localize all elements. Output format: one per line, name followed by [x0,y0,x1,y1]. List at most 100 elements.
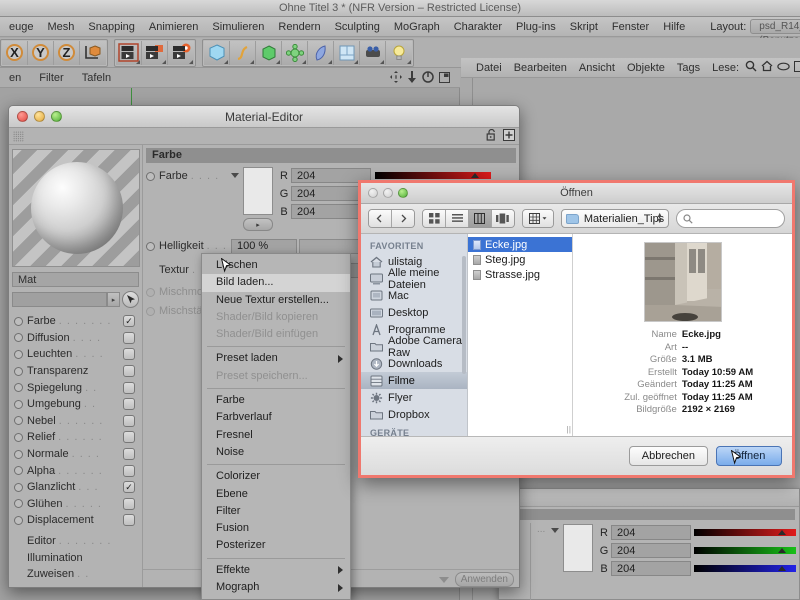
file-list-column[interactable]: Ecke.jpg Steg.jpg Strasse.jpg | | [468,234,573,436]
path-popup-button[interactable]: Materialien_Tips ▲ ▼ [560,209,670,228]
back-r-gradient[interactable] [694,529,796,536]
spline-icon[interactable] [230,40,256,65]
ctx-item-filter[interactable]: Filter [202,503,350,520]
minimize-icon[interactable] [34,111,45,122]
column-view-icon[interactable] [468,210,492,227]
channel-leuchten-checkbox[interactable] [123,348,135,361]
cancel-button[interactable]: Abbrechen [628,446,708,466]
material-name-field[interactable]: Mat [12,272,139,287]
ctx-item-noise[interactable]: Noise [202,444,350,461]
coordinate-system-icon[interactable] [80,40,106,65]
camera-icon[interactable] [360,40,386,65]
maximize-view-icon[interactable] [439,71,450,86]
channel-farbe-checkbox[interactable]: ✓ [123,315,135,328]
cube-primitive-icon[interactable] [204,40,230,65]
search-menu-button[interactable]: ▸ [107,292,120,307]
channel-alpha-checkbox[interactable] [123,464,135,477]
channel-displacement[interactable]: Displacement [14,512,142,529]
ctx-item-farbverlauf[interactable]: Farbverlauf [202,409,350,426]
material-search-input[interactable] [12,292,107,307]
dialog-close-icon[interactable] [368,188,378,198]
channel-nebel-checkbox[interactable] [123,414,135,427]
ctx-item-fresnel[interactable]: Fresnel [202,427,350,444]
ctx-item-preset-laden[interactable]: Preset laden [202,350,350,367]
channel-glanzlicht[interactable]: Glanzlicht. . . ✓ [14,479,142,496]
om-menu-lese[interactable]: Lese: [706,62,745,74]
ctx-item-bild-laden[interactable]: Bild laden... [202,274,350,292]
pick-cursor-icon[interactable] [122,291,139,308]
sidebar-item-flyer[interactable]: Flyer [361,389,467,406]
ctx-item-loeschen[interactable]: Löschen [202,257,350,274]
om-menu-ansicht[interactable]: Ansicht [573,62,621,74]
om-menu-bearbeiten[interactable]: Bearbeiten [508,62,573,74]
sidebar-item-filme[interactable]: Filme [361,372,467,389]
menu-item-mesh[interactable]: Mesh [40,17,81,37]
render-region-icon[interactable] [142,40,168,65]
menu-item-sculpting[interactable]: Sculpting [328,17,387,37]
dialog-minimize-icon[interactable] [383,188,393,198]
channel-umgebung[interactable]: Umgebung. . [14,396,142,413]
ctx-item-effekte[interactable]: Effekte [202,562,350,579]
om-menu-tags[interactable]: Tags [671,62,706,74]
channel-normale-checkbox[interactable] [123,448,135,461]
back-b-input[interactable]: 204 [611,561,691,576]
ctx-item-mograph[interactable]: Mograph [202,579,350,596]
menu-item-simulieren[interactable]: Simulieren [205,17,271,37]
brightness-radio[interactable] [146,241,155,251]
file-item-ecke[interactable]: Ecke.jpg [468,237,572,252]
material-editor-background-window[interactable]: ... R 204 G 204 B 204 [498,488,800,600]
file-item-strasse[interactable]: Strasse.jpg [468,267,572,282]
channel-gluehen-checkbox[interactable] [123,497,135,510]
brightness-input[interactable]: 100 % [231,238,297,254]
menu-item-hilfe[interactable]: Hilfe [656,17,692,37]
color-chevron-down-icon[interactable] [231,173,239,178]
axis-z-button[interactable]: Z [54,40,80,65]
menu-item-animieren[interactable]: Animieren [142,17,206,37]
om-menu-objekte[interactable]: Objekte [621,62,671,74]
home-icon[interactable] [761,60,773,75]
nurbs-icon[interactable] [256,40,282,65]
action-menu-button[interactable] [522,209,554,228]
menu-item-snapping[interactable]: Snapping [81,17,142,37]
r-gradient-slider[interactable] [375,172,491,179]
icon-view-icon[interactable] [423,210,447,227]
render-settings-icon[interactable] [168,40,194,65]
channel-diffusion-checkbox[interactable] [123,331,135,344]
channel-gluehen[interactable]: Glühen. . . . . [14,496,142,513]
menu-item-skript[interactable]: Skript [563,17,605,37]
material-editor-titlebar[interactable]: Material-Editor [9,106,519,128]
ctx-item-posterizer[interactable]: Posterizer [202,537,350,554]
back-g-input[interactable]: 204 [611,543,691,558]
menu-item-plugins[interactable]: Plug-ins [509,17,563,37]
panel-menu-icon[interactable] [794,60,800,75]
footer-chevron-down-icon[interactable] [438,576,449,583]
channel-umgebung-checkbox[interactable] [123,398,135,411]
color-radio[interactable] [146,172,155,181]
menu-item-tafeln[interactable]: Tafeln [73,72,120,84]
column-resize-handle[interactable]: | | [567,425,572,434]
list-view-icon[interactable] [446,210,469,227]
material-preview[interactable] [12,149,140,267]
menu-item-werkzeuge[interactable]: euge [2,17,40,37]
back-g-gradient[interactable] [694,547,796,554]
zoom-window-icon[interactable] [51,111,62,122]
open-button[interactable]: Öffnen [716,446,782,466]
channel-relief-checkbox[interactable] [123,431,135,444]
color-swatch[interactable] [243,167,273,215]
axis-y-button[interactable]: Y [28,40,54,65]
sidebar-item-desktop[interactable]: Desktop [361,304,467,321]
open-file-dialog[interactable]: Öffnen Materialien_Tips ▲ ▼ FAVORITEN ul… [358,180,795,478]
om-menu-datei[interactable]: Datei [470,62,508,74]
menu-item-ebenen[interactable]: en [0,72,30,84]
search-field[interactable] [676,209,785,228]
ctx-item-neue-textur-erstellen[interactable]: Neue Textur erstellen... [202,292,350,309]
back-button[interactable] [369,210,392,227]
channel-normale[interactable]: Normale. . . . [14,446,142,463]
sidebar-item-dropbox[interactable]: Dropbox [361,406,467,423]
layout-select[interactable]: psd_R14_c4d (Benutzer) [750,19,800,46]
menu-item-filter[interactable]: Filter [30,72,72,84]
channel-farbe[interactable]: Farbe. . . . . . . ✓ [14,313,142,330]
channel-displacement-checkbox[interactable] [123,514,135,527]
channel-spiegelung-checkbox[interactable] [123,381,135,394]
ctx-item-farbe[interactable]: Farbe [202,392,350,409]
